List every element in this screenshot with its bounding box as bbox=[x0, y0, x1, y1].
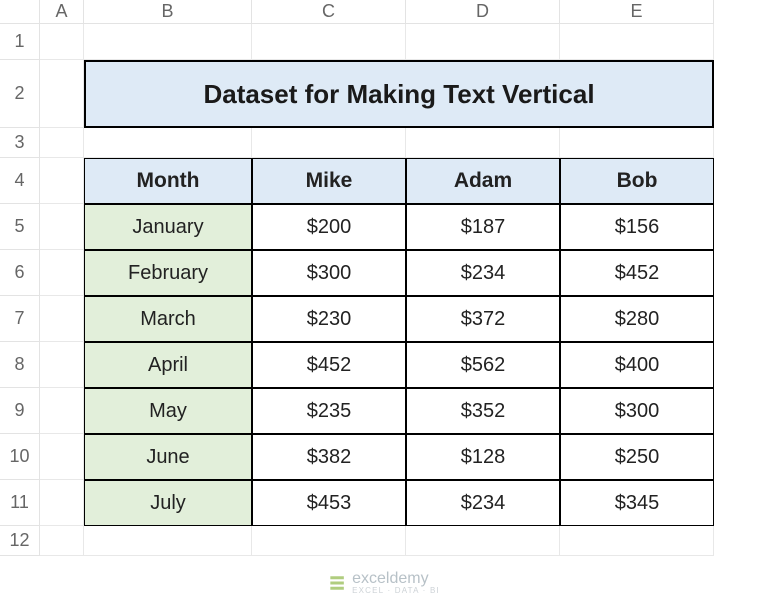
cell-a4[interactable] bbox=[40, 158, 84, 204]
table-row[interactable]: $345 bbox=[560, 480, 714, 526]
cell-b1[interactable] bbox=[84, 24, 252, 60]
cell-a1[interactable] bbox=[40, 24, 84, 60]
row-header-10[interactable]: 10 bbox=[0, 434, 40, 480]
table-row[interactable]: $250 bbox=[560, 434, 714, 480]
cell-d3[interactable] bbox=[406, 128, 560, 158]
dataset-title[interactable]: Dataset for Making Text Vertical bbox=[84, 60, 714, 128]
col-header-d[interactable]: D bbox=[406, 0, 560, 24]
table-row[interactable]: March bbox=[84, 296, 252, 342]
table-row[interactable]: $452 bbox=[560, 250, 714, 296]
table-row[interactable]: $352 bbox=[406, 388, 560, 434]
row-header-11[interactable]: 11 bbox=[0, 480, 40, 526]
cell-a9[interactable] bbox=[40, 388, 84, 434]
cell-c1[interactable] bbox=[252, 24, 406, 60]
cell-b12[interactable] bbox=[84, 526, 252, 556]
cell-a11[interactable] bbox=[40, 480, 84, 526]
grid-corner bbox=[0, 0, 40, 24]
watermark: exceldemy EXCEL · DATA · BI bbox=[328, 570, 440, 595]
cell-b3[interactable] bbox=[84, 128, 252, 158]
table-row[interactable]: $452 bbox=[252, 342, 406, 388]
cell-e3[interactable] bbox=[560, 128, 714, 158]
table-row[interactable]: $234 bbox=[406, 480, 560, 526]
table-row[interactable]: $230 bbox=[252, 296, 406, 342]
col-header-a[interactable]: A bbox=[40, 0, 84, 24]
col-header-e[interactable]: E bbox=[560, 0, 714, 24]
table-row[interactable]: May bbox=[84, 388, 252, 434]
row-header-5[interactable]: 5 bbox=[0, 204, 40, 250]
row-header-1[interactable]: 1 bbox=[0, 24, 40, 60]
exceldemy-logo-icon bbox=[328, 574, 346, 592]
row-header-4[interactable]: 4 bbox=[0, 158, 40, 204]
cell-d1[interactable] bbox=[406, 24, 560, 60]
table-row[interactable]: $453 bbox=[252, 480, 406, 526]
table-row[interactable]: $128 bbox=[406, 434, 560, 480]
table-row[interactable]: $372 bbox=[406, 296, 560, 342]
table-row[interactable]: $562 bbox=[406, 342, 560, 388]
row-header-9[interactable]: 9 bbox=[0, 388, 40, 434]
table-header-adam[interactable]: Adam bbox=[406, 158, 560, 204]
table-row[interactable]: January bbox=[84, 204, 252, 250]
table-row[interactable]: $200 bbox=[252, 204, 406, 250]
cell-a2[interactable] bbox=[40, 60, 84, 128]
cell-e1[interactable] bbox=[560, 24, 714, 60]
watermark-brand: exceldemy bbox=[352, 570, 428, 587]
watermark-tagline: EXCEL · DATA · BI bbox=[352, 586, 440, 595]
row-header-3[interactable]: 3 bbox=[0, 128, 40, 158]
cell-c3[interactable] bbox=[252, 128, 406, 158]
row-header-12[interactable]: 12 bbox=[0, 526, 40, 556]
table-row[interactable]: $187 bbox=[406, 204, 560, 250]
col-header-b[interactable]: B bbox=[84, 0, 252, 24]
table-header-mike[interactable]: Mike bbox=[252, 158, 406, 204]
table-row[interactable]: $280 bbox=[560, 296, 714, 342]
cell-c12[interactable] bbox=[252, 526, 406, 556]
cell-a3[interactable] bbox=[40, 128, 84, 158]
table-row[interactable]: June bbox=[84, 434, 252, 480]
table-row[interactable]: $300 bbox=[252, 250, 406, 296]
table-row[interactable]: $234 bbox=[406, 250, 560, 296]
cell-a6[interactable] bbox=[40, 250, 84, 296]
table-row[interactable]: $382 bbox=[252, 434, 406, 480]
cell-a7[interactable] bbox=[40, 296, 84, 342]
row-header-6[interactable]: 6 bbox=[0, 250, 40, 296]
table-header-month[interactable]: Month bbox=[84, 158, 252, 204]
col-header-c[interactable]: C bbox=[252, 0, 406, 24]
spreadsheet-grid: A B C D E 1 2 Dataset for Making Text Ve… bbox=[0, 0, 768, 556]
row-header-8[interactable]: 8 bbox=[0, 342, 40, 388]
cell-e12[interactable] bbox=[560, 526, 714, 556]
cell-d12[interactable] bbox=[406, 526, 560, 556]
table-row[interactable]: $156 bbox=[560, 204, 714, 250]
table-row[interactable]: $235 bbox=[252, 388, 406, 434]
row-header-7[interactable]: 7 bbox=[0, 296, 40, 342]
row-header-2[interactable]: 2 bbox=[0, 60, 40, 128]
cell-a10[interactable] bbox=[40, 434, 84, 480]
table-row[interactable]: July bbox=[84, 480, 252, 526]
cell-a12[interactable] bbox=[40, 526, 84, 556]
table-header-bob[interactable]: Bob bbox=[560, 158, 714, 204]
cell-a8[interactable] bbox=[40, 342, 84, 388]
watermark-text: exceldemy EXCEL · DATA · BI bbox=[352, 570, 440, 595]
cell-a5[interactable] bbox=[40, 204, 84, 250]
table-row[interactable]: $400 bbox=[560, 342, 714, 388]
table-row[interactable]: April bbox=[84, 342, 252, 388]
table-row[interactable]: $300 bbox=[560, 388, 714, 434]
table-row[interactable]: February bbox=[84, 250, 252, 296]
